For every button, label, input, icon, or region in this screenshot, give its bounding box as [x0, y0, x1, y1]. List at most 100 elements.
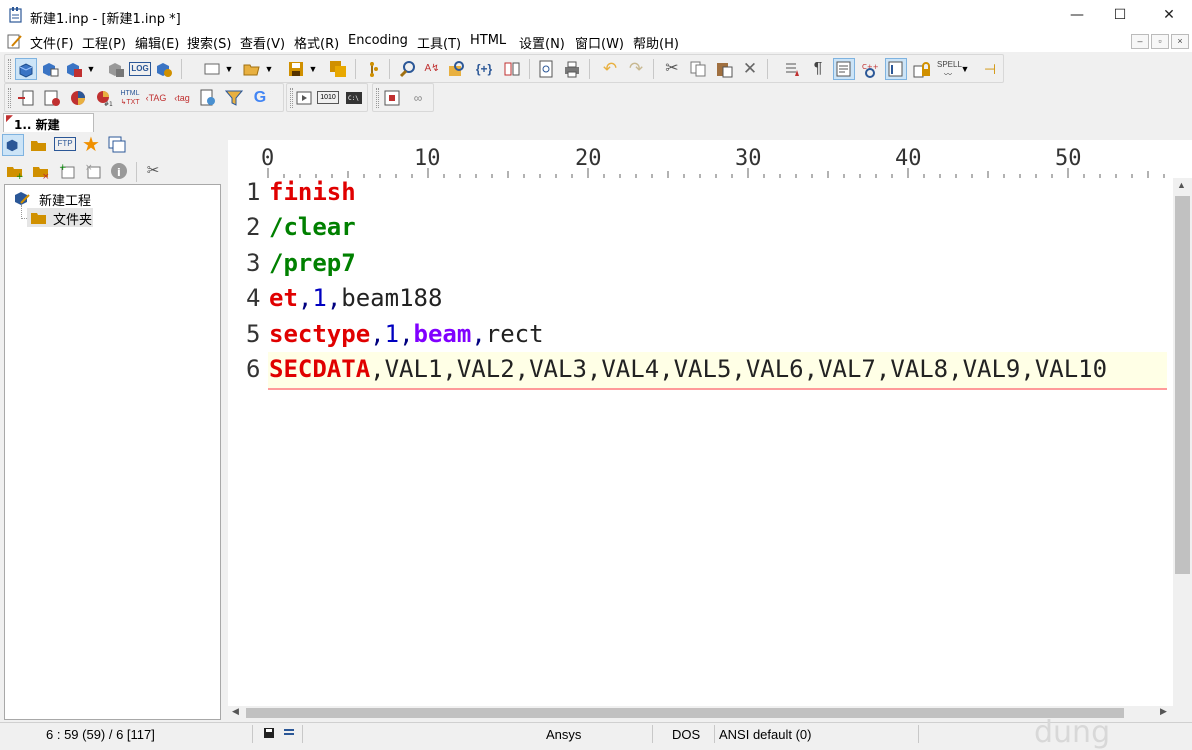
folder-tab-icon[interactable]	[28, 134, 50, 156]
cut-icon[interactable]: ✂	[661, 58, 683, 80]
insert-file-icon[interactable]	[15, 87, 37, 109]
record-macro-icon[interactable]	[381, 87, 403, 109]
mdi-minimize-button[interactable]: –	[1131, 34, 1149, 49]
horizontal-scrollbar[interactable]: ◀ ▶	[228, 706, 1173, 720]
menu-format[interactable]: 格式(R)	[294, 33, 339, 52]
split-window-icon[interactable]	[501, 58, 523, 80]
find-icon[interactable]	[397, 58, 419, 80]
save-project-icon[interactable]	[63, 58, 85, 80]
line-ending-indicator[interactable]: DOS	[672, 727, 700, 742]
minimize-button[interactable]: —	[1054, 0, 1100, 30]
dropdown-arrow-icon[interactable]: ▼	[263, 58, 275, 80]
new-file-icon[interactable]	[201, 58, 223, 80]
code-line[interactable]: /clear	[269, 213, 356, 241]
maximize-button[interactable]: ☐	[1097, 0, 1143, 30]
color-number-icon[interactable]: #10	[93, 87, 117, 109]
dropdown-arrow-icon[interactable]: ▼	[307, 58, 319, 80]
code-line[interactable]: finish	[269, 178, 356, 206]
copy-icon[interactable]	[687, 58, 709, 80]
mdi-restore-button[interactable]: ▫	[1151, 34, 1169, 49]
html-to-text-icon[interactable]: HTML ↳TXT	[119, 87, 141, 109]
run-icon[interactable]	[293, 87, 315, 109]
tree-item-folder[interactable]: 文件夹	[27, 208, 93, 228]
syntax-highlight-icon[interactable]: C++	[859, 58, 881, 80]
scroll-right-icon[interactable]: ▶	[1160, 706, 1167, 717]
vertical-scroll-thumb[interactable]	[1175, 196, 1190, 574]
horizontal-scroll-thumb[interactable]	[246, 708, 1124, 718]
print-preview-icon[interactable]	[535, 58, 557, 80]
code-line[interactable]: et,1,beam188	[269, 284, 442, 312]
filter-icon[interactable]	[223, 87, 245, 109]
read-only-lock-icon[interactable]	[911, 58, 933, 80]
language-indicator[interactable]: Ansys	[546, 727, 581, 742]
menu-file[interactable]: 文件(F)	[30, 33, 74, 52]
menu-view[interactable]: 查看(V)	[240, 33, 285, 52]
menu-edit[interactable]: 编辑(E)	[135, 33, 179, 52]
menu-html[interactable]: HTML	[470, 33, 506, 48]
add-file-icon[interactable]: +	[56, 160, 78, 182]
menu-help[interactable]: 帮助(H)	[633, 33, 679, 52]
save-all-icon[interactable]	[327, 58, 349, 80]
menu-window[interactable]: 窗口(W)	[575, 33, 624, 52]
remove-folder-icon[interactable]: ×	[30, 160, 52, 182]
vertical-scrollbar[interactable]: ▲	[1173, 178, 1192, 706]
ftp-tab-icon[interactable]: FTP	[54, 134, 76, 156]
redo-icon[interactable]: ↷	[625, 58, 647, 80]
tab-document[interactable]: ◤ 1.. 新建1.inp	[3, 113, 94, 147]
toolbar-grip[interactable]	[8, 88, 11, 108]
spell-check-icon[interactable]: SPELL 〰	[937, 58, 962, 80]
remove-file-icon[interactable]: ×	[82, 160, 104, 182]
tree-item-project[interactable]: 新建工程	[39, 190, 91, 209]
dropdown-arrow-icon[interactable]: ▼	[85, 58, 97, 80]
code-line[interactable]: sectype,1,beam,rect	[269, 320, 544, 348]
column-mode-icon[interactable]	[885, 58, 907, 80]
scroll-left-icon[interactable]: ◀	[232, 706, 239, 717]
tools-wrench-icon[interactable]: ✂	[142, 160, 164, 182]
match-brace-icon[interactable]: {+}	[473, 58, 495, 80]
toolbar-grip[interactable]	[376, 88, 379, 108]
document-edit-icon[interactable]	[7, 33, 23, 49]
delete-icon[interactable]: ✕	[739, 58, 761, 80]
tree-view-icon[interactable]	[361, 58, 383, 80]
close-project-icon[interactable]	[105, 58, 127, 80]
log-icon[interactable]: LOG	[129, 58, 151, 80]
code-editor[interactable]: 1 2 3 4 5 6 finish /clear /prep7 et,1,be…	[228, 178, 1173, 706]
clipboard-history-icon[interactable]	[41, 87, 63, 109]
color-picker-icon[interactable]	[67, 87, 89, 109]
show-paragraph-icon[interactable]: ¶	[807, 58, 829, 80]
web-page-icon[interactable]	[197, 87, 219, 109]
menu-encoding[interactable]: Encoding	[348, 33, 408, 48]
close-button[interactable]: ✕	[1146, 0, 1192, 30]
favorites-star-icon[interactable]: ★	[80, 134, 102, 156]
word-wrap-icon[interactable]	[833, 58, 855, 80]
cursor-position[interactable]: 6 : 59 (59) / 6 [117]	[46, 727, 155, 742]
print-icon[interactable]	[561, 58, 583, 80]
playback-glasses-icon[interactable]: ∞	[407, 87, 429, 109]
undo-icon[interactable]: ↶	[599, 58, 621, 80]
new-project-icon[interactable]	[15, 58, 37, 80]
toolbar-grip[interactable]	[8, 59, 11, 79]
window-list-icon[interactable]	[106, 134, 128, 156]
code-line[interactable]: /prep7	[269, 249, 356, 277]
replace-icon[interactable]: A↯	[421, 58, 443, 80]
scroll-up-icon[interactable]: ▲	[1177, 180, 1186, 190]
console-icon[interactable]: C:\	[343, 87, 365, 109]
menu-settings[interactable]: 设置(N)	[519, 33, 565, 52]
open-file-icon[interactable]	[241, 58, 263, 80]
dropdown-arrow-icon[interactable]: ▼	[223, 58, 235, 80]
paste-icon[interactable]	[713, 58, 735, 80]
mdi-close-button[interactable]: ×	[1171, 34, 1189, 49]
sort-icon[interactable]	[781, 58, 803, 80]
project-settings-icon[interactable]	[153, 58, 175, 80]
find-in-files-icon[interactable]	[445, 58, 467, 80]
google-search-icon[interactable]: G	[249, 87, 271, 109]
open-project-icon[interactable]	[39, 58, 61, 80]
add-folder-icon[interactable]: +	[4, 160, 26, 182]
tag-uppercase-icon[interactable]: ‹TAG	[145, 87, 167, 109]
dropdown-arrow-icon[interactable]: ▼	[959, 58, 971, 80]
project-tab-icon[interactable]	[2, 134, 24, 156]
save-icon[interactable]	[285, 58, 307, 80]
menu-project[interactable]: 工程(P)	[82, 33, 126, 52]
menu-tools[interactable]: 工具(T)	[417, 33, 461, 52]
encoding-indicator[interactable]: ANSI default (0)	[719, 727, 812, 742]
